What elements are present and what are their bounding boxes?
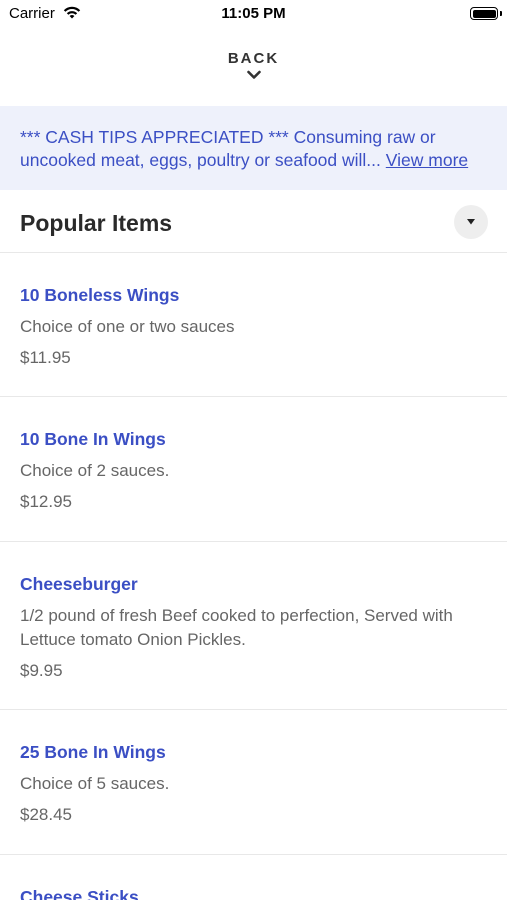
menu-item-list: 10 Boneless Wings Choice of one or two s…	[0, 253, 507, 900]
back-label: BACK	[227, 50, 280, 67]
notice-banner: *** CASH TIPS APPRECIATED *** Consuming …	[0, 106, 507, 190]
item-name: 10 Bone In Wings	[20, 429, 166, 449]
item-description: Choice of 5 sauces.	[20, 774, 170, 793]
notice-text: *** CASH TIPS APPRECIATED *** Consuming …	[20, 127, 436, 170]
menu-item[interactable]: Cheese Sticks	[0, 855, 507, 900]
status-time: 11:05 PM	[221, 5, 286, 22]
menu-item[interactable]: 10 Bone In Wings Choice of 2 sauces. $12…	[0, 397, 507, 542]
view-more-link[interactable]: View more	[386, 150, 468, 170]
menu-item[interactable]: 25 Bone In Wings Choice of 5 sauces. $28…	[0, 710, 507, 855]
notice-text-block: *** CASH TIPS APPRECIATED *** Consuming …	[20, 126, 487, 172]
menu-item[interactable]: 10 Boneless Wings Choice of one or two s…	[0, 253, 507, 397]
section-header: Popular Items	[0, 190, 507, 253]
chevron-down-icon	[246, 70, 261, 79]
item-price: $11.95	[20, 348, 71, 367]
item-price: $9.95	[20, 661, 63, 680]
section-title: Popular Items	[20, 210, 173, 236]
item-name: Cheese Sticks	[20, 887, 139, 900]
back-button[interactable]: BACK	[0, 50, 507, 92]
section-toggle-button[interactable]	[454, 205, 488, 239]
item-price: $12.95	[20, 492, 72, 511]
item-name: 25 Bone In Wings	[20, 742, 166, 762]
caret-down-icon	[467, 219, 475, 225]
item-description: Choice of 2 sauces.	[20, 461, 170, 480]
item-name: Cheeseburger	[20, 574, 138, 594]
item-name: 10 Boneless Wings	[20, 285, 180, 305]
menu-item[interactable]: Cheeseburger 1/2 pound of fresh Beef coo…	[0, 542, 507, 710]
status-bar: Carrier 11:05 PM	[0, 0, 507, 30]
battery-icon	[470, 7, 498, 20]
item-description: 1/2 pound of fresh Beef cooked to perfec…	[20, 606, 453, 649]
item-description: Choice of one or two sauces	[20, 317, 235, 336]
item-price: $28.45	[20, 805, 72, 824]
battery-tip	[500, 11, 502, 16]
